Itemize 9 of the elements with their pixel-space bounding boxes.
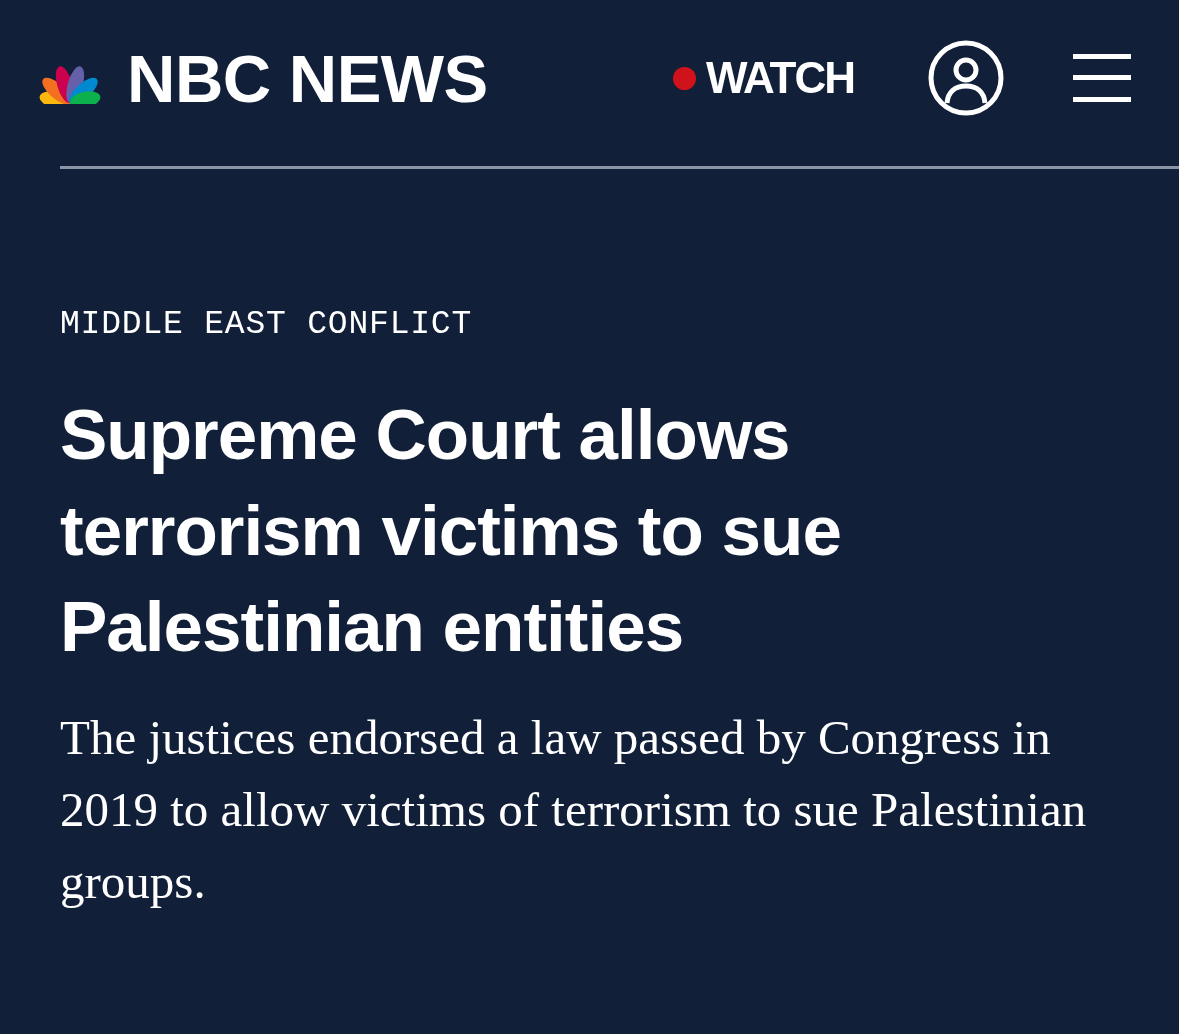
article-summary: The justices endorsed a law passed by Congress in 2019 to allow victims of terrorism to sue Palestinian groups.	[60, 709, 1088, 911]
section-label: MIDDLE EAST CONFLICT	[60, 305, 473, 345]
menu-icon	[1073, 54, 1131, 102]
user-icon	[928, 40, 1004, 116]
home-logo-link[interactable]: NBC NEWS	[30, 44, 488, 112]
account-button[interactable]	[928, 40, 1004, 116]
article-headline: Supreme Court allows terrorism victims to sue Palestinian entities	[60, 394, 842, 668]
watch-link[interactable]: WATCH	[672, 56, 854, 100]
menu-button[interactable]	[1073, 54, 1131, 102]
